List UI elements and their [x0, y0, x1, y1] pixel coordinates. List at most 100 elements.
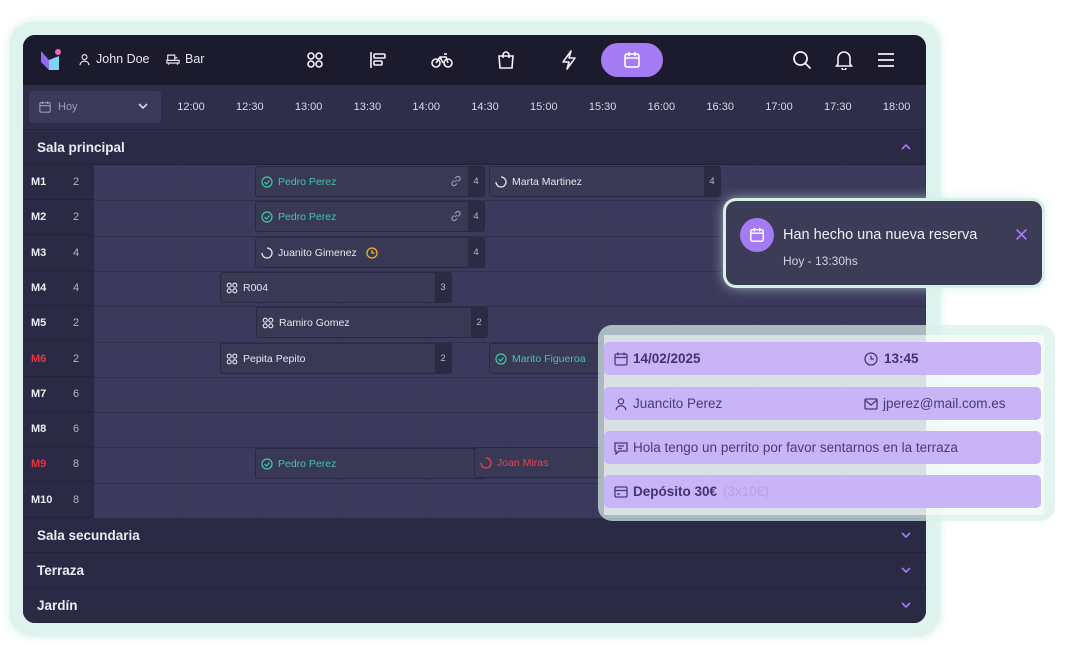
section-terraza[interactable]: Terraza: [23, 553, 926, 588]
time-tick: 16:00: [647, 101, 676, 113]
check-circle-icon: [261, 457, 273, 470]
time-tick: 12:30: [236, 101, 264, 113]
table-row-label[interactable]: M7 6: [23, 376, 94, 412]
guest-count: 4: [704, 167, 720, 196]
deposit-detail: (3x10€): [723, 484, 769, 499]
chevron-down-icon: [138, 103, 148, 110]
time-tick: 13:30: [353, 101, 382, 113]
calendar-small-icon: [39, 101, 51, 113]
table-row-label[interactable]: M2 2: [23, 200, 94, 236]
user-icon: [615, 397, 627, 410]
check-circle-icon: [495, 352, 507, 365]
alert-circle-icon: [480, 456, 492, 469]
notifications-button[interactable]: [833, 49, 855, 71]
pending-icon: [261, 246, 273, 259]
reservation-customer[interactable]: Juancito Perez jperez@mail.com.es: [604, 387, 1041, 420]
table-name: M4: [31, 281, 47, 294]
date-selector[interactable]: Hoy: [29, 91, 161, 123]
venue-selector[interactable]: Bar: [166, 52, 204, 66]
reservation-block[interactable]: Pedro Perez: [255, 448, 487, 479]
nav-apps[interactable]: [284, 43, 346, 77]
reservation-name: R004: [243, 281, 269, 294]
reservation-block[interactable]: Pedro Perez 4: [255, 166, 485, 197]
table-name: M3: [31, 246, 47, 259]
reservation-note[interactable]: Hola tengo un perrito por favor sentarno…: [604, 431, 1041, 464]
user-menu[interactable]: John Doe: [78, 52, 150, 66]
guest-count: 2: [435, 344, 451, 373]
link-icon: [451, 210, 461, 222]
time-tick: 17:30: [824, 101, 852, 113]
table-name: M9: [31, 458, 47, 471]
reservation-block[interactable]: Ramiro Gomez 2: [256, 307, 488, 338]
top-bar: John Doe Bar: [23, 35, 926, 85]
calendar-icon: [750, 227, 764, 242]
toast-icon-circle: [740, 218, 774, 252]
table-row-label[interactable]: M4 4: [23, 270, 94, 306]
section-title: Sala secundaria: [37, 527, 140, 543]
table-row-label[interactable]: M6 2: [23, 341, 94, 377]
table-row-label[interactable]: M8 6: [23, 412, 94, 448]
note-text: Hola tengo un perrito por favor sentarno…: [633, 440, 958, 455]
time-tick: 15:00: [530, 101, 558, 113]
table-row-label[interactable]: M5 2: [23, 306, 94, 342]
table-row-label[interactable]: M1 2: [23, 165, 94, 200]
menu-button[interactable]: [875, 49, 897, 71]
pending-icon: [495, 175, 507, 188]
table-capacity: 6: [73, 387, 80, 400]
time-tick: 18:00: [882, 101, 911, 113]
section-sala-principal[interactable]: Sala principal: [23, 130, 926, 165]
nav-quick[interactable]: [538, 43, 600, 77]
deposit-amount: Depósito 30€: [633, 484, 718, 499]
table-capacity: 8: [73, 493, 80, 506]
reservation-block[interactable]: Marta Martinez 4: [489, 166, 721, 197]
customer-name: Juancito Perez: [633, 396, 723, 411]
table-row-label[interactable]: M9 8: [23, 447, 94, 483]
user-name: John Doe: [96, 52, 150, 66]
reservation-name: Ramiro Gomez: [279, 316, 350, 329]
reservation-block[interactable]: Pedro Perez 4: [255, 201, 485, 232]
nav-delivery[interactable]: [411, 43, 473, 77]
reservation-date-time[interactable]: 14/02/2025 13:45: [604, 342, 1041, 375]
time-tick: 14:30: [471, 101, 499, 113]
chevron-down-icon: [901, 567, 911, 574]
nav-list[interactable]: [347, 43, 409, 77]
reservation-deposit[interactable]: Depósito 30€ (3x10€): [604, 475, 1041, 508]
table-row-label[interactable]: M10 8: [23, 482, 94, 518]
timeline-header: Hoy 12:00 12:30 13:00 13:30 14:00 14:30 15:00 1…: [23, 85, 926, 130]
time-tick: 12:00: [177, 101, 205, 113]
reservation-block[interactable]: R004 3: [220, 272, 452, 303]
reservation-block[interactable]: Juanito Gimenez 4: [255, 237, 485, 268]
section-sala-secundaria[interactable]: Sala secundaria: [23, 518, 926, 553]
apps-icon: [262, 317, 274, 328]
table-capacity: 2: [73, 352, 80, 365]
reservation-name: Juanito Gimenez: [278, 246, 357, 259]
nav-calendar[interactable]: [601, 43, 663, 77]
guest-count: 4: [468, 238, 484, 267]
table-capacity: 8: [73, 458, 80, 471]
grid-row-line: [94, 306, 926, 308]
section-title: Sala principal: [37, 139, 125, 155]
mail-icon: [864, 397, 878, 410]
reservation-name: Marito Figueroa: [512, 352, 586, 365]
table-row-label[interactable]: M3 4: [23, 235, 94, 271]
reservation-name: Joan Miras: [497, 456, 549, 469]
section-jardin[interactable]: Jardín: [23, 588, 926, 623]
table-name: M2: [31, 211, 47, 224]
card-icon: [614, 485, 628, 498]
table-capacity: 2: [73, 176, 80, 188]
time-tick: 16:30: [706, 101, 734, 113]
table-name: M7: [31, 387, 47, 400]
nav-shop[interactable]: [475, 43, 537, 77]
search-button[interactable]: [791, 49, 813, 71]
bike-icon: [431, 53, 453, 68]
close-icon[interactable]: [1015, 228, 1028, 241]
reservation-block[interactable]: Pepita Pepito 2: [220, 343, 452, 374]
reservation-name: Pedro Perez: [278, 457, 337, 470]
venue-name: Bar: [185, 52, 205, 66]
message-icon: [614, 441, 628, 455]
clock-warning-icon: [366, 246, 378, 259]
reservation-time: 13:45: [884, 351, 919, 366]
chevron-up-icon: [901, 143, 911, 150]
table-name: M6: [31, 352, 47, 365]
app-logo[interactable]: [39, 48, 63, 72]
